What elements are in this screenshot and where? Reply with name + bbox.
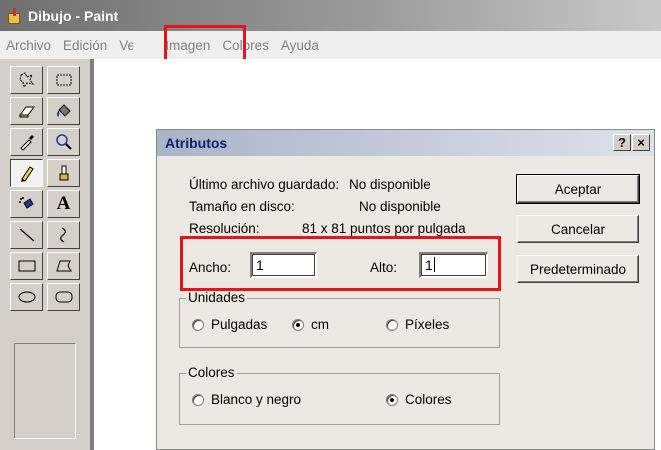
free-form-select-icon[interactable]: [10, 66, 43, 94]
fill-bucket-icon[interactable]: [47, 97, 80, 125]
help-button[interactable]: ?: [613, 134, 631, 151]
ok-button[interactable]: Aceptar: [516, 174, 640, 204]
colors-legend: Colores: [186, 365, 237, 380]
colors-color-option[interactable]: Colores: [386, 392, 452, 407]
colors-bw-radio[interactable]: [192, 393, 204, 406]
units-cm-label: cm: [311, 317, 329, 332]
dialog-title-bar: Atributos: [157, 130, 654, 156]
colors-groupbox: Colores Blanco y negro Colores: [179, 365, 500, 425]
tool-options-panel[interactable]: [14, 343, 76, 439]
disk-size-value: No disponible: [359, 199, 441, 214]
pencil-icon[interactable]: [10, 159, 43, 187]
resolution-label: Resolución:: [189, 221, 260, 236]
magnifier-icon[interactable]: [47, 128, 80, 156]
units-inches-label: Pulgadas: [211, 317, 268, 332]
colors-color-label: Colores: [405, 392, 452, 407]
units-legend: Unidades: [186, 290, 248, 305]
airbrush-icon[interactable]: [10, 190, 43, 218]
polygon-icon[interactable]: [47, 252, 80, 280]
paint-app-icon: [6, 7, 22, 24]
menu-ver[interactable]: Ver: [119, 38, 133, 53]
dialog-title: Atributos: [165, 135, 228, 151]
window-title-bar: Dibujo - Paint: [0, 0, 661, 31]
colors-bw-label: Blanco y negro: [211, 392, 302, 407]
brush-icon[interactable]: [47, 159, 80, 187]
color-picker-icon[interactable]: [10, 128, 43, 156]
disk-size-label: Tamaño en disco:: [189, 199, 295, 214]
window-title: Dibujo - Paint: [28, 7, 119, 24]
menu-edicion[interactable]: Edición: [63, 38, 107, 53]
toolbox: A: [0, 59, 91, 450]
default-button[interactable]: Predeterminado: [517, 255, 639, 283]
resolution-value: 81 x 81 puntos por pulgada: [302, 221, 466, 236]
units-pixels-option[interactable]: Píxeles: [386, 317, 449, 332]
units-pixels-radio[interactable]: [386, 318, 398, 331]
rectangle-icon[interactable]: [10, 252, 43, 280]
units-pixels-label: Píxeles: [405, 317, 450, 332]
colors-bw-option[interactable]: Blanco y negro: [192, 392, 301, 407]
last-saved-label: Último archivo guardado:: [189, 177, 340, 192]
cancel-button[interactable]: Cancelar: [517, 215, 639, 243]
units-groupbox: Unidades Pulgadas cm Píxeles: [179, 290, 500, 348]
colors-color-radio[interactable]: [386, 393, 398, 406]
text-tool-glyph: A: [56, 193, 71, 214]
curve-icon[interactable]: [47, 221, 80, 249]
last-saved-value: No disponible: [349, 177, 431, 192]
ellipse-icon[interactable]: [10, 283, 43, 311]
rectangle-select-icon[interactable]: [47, 66, 80, 94]
menu-bar: Archivo Edición Ver Imagen Colores Ayuda: [0, 31, 661, 59]
dimensions-highlight: [180, 236, 501, 291]
tool-grid: A: [8, 65, 82, 313]
units-cm-radio[interactable]: [292, 318, 304, 331]
units-cm-option[interactable]: cm: [292, 317, 329, 332]
close-button[interactable]: ×: [632, 134, 650, 151]
units-inches-option[interactable]: Pulgadas: [192, 317, 267, 332]
menu-ayuda[interactable]: Ayuda: [281, 38, 319, 53]
line-icon[interactable]: [10, 221, 43, 249]
units-inches-radio[interactable]: [192, 318, 204, 331]
menu-archivo[interactable]: Archivo: [6, 38, 51, 53]
rounded-rectangle-icon[interactable]: [47, 283, 80, 311]
eraser-icon[interactable]: [10, 97, 43, 125]
text-icon[interactable]: A: [47, 190, 80, 218]
